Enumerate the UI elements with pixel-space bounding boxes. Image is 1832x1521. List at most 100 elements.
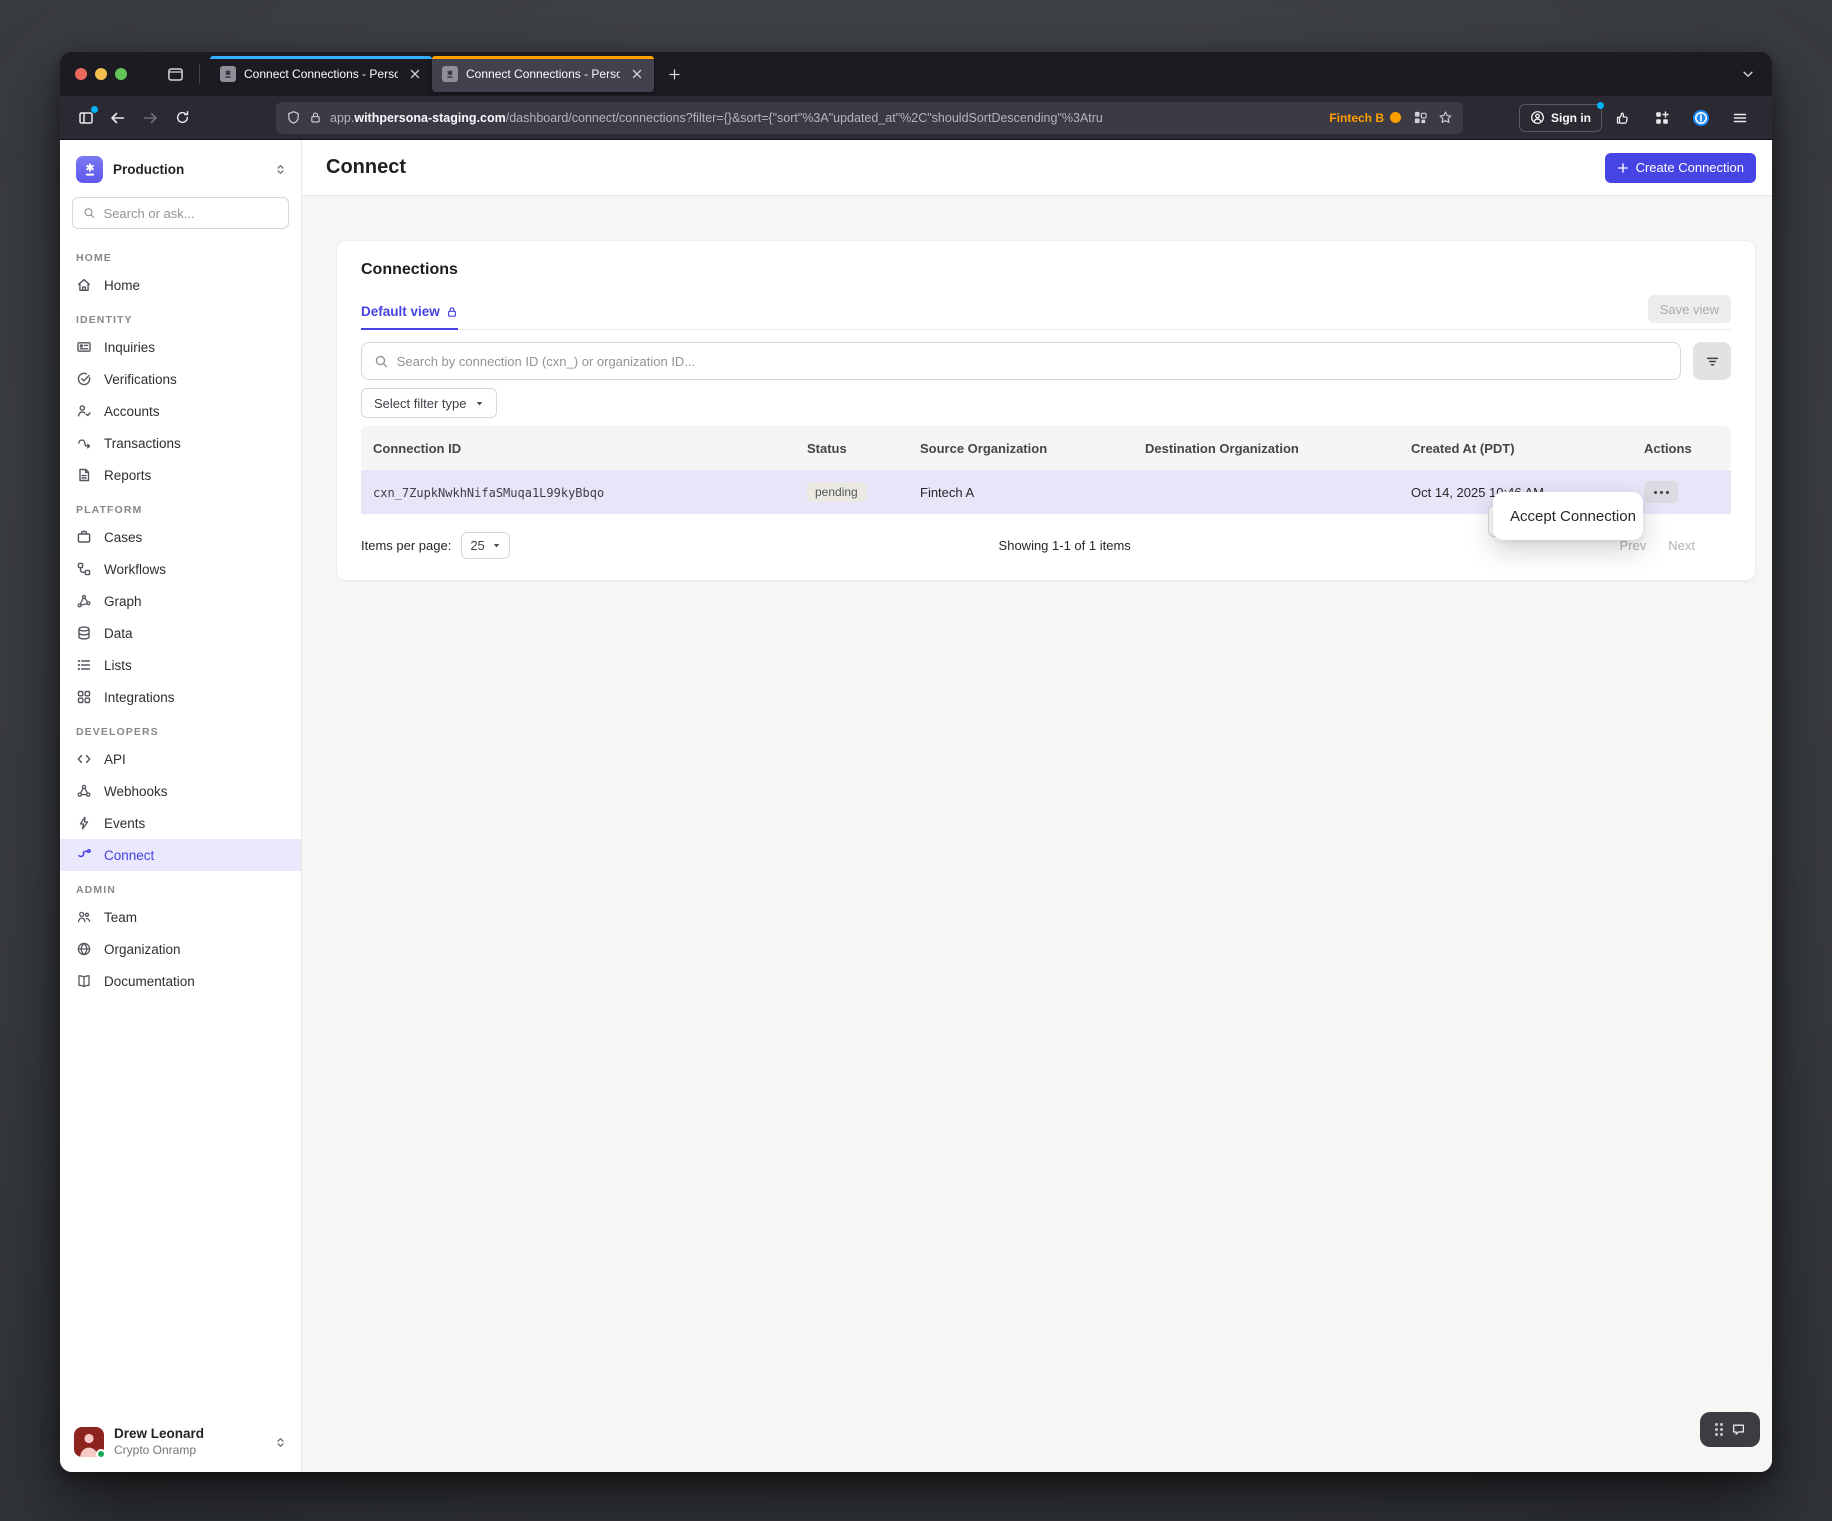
sidebar-item-lists[interactable]: Lists [60, 649, 301, 681]
connections-search[interactable] [361, 342, 1681, 380]
sidebar-item-team[interactable]: Team [60, 901, 301, 933]
close-window-button[interactable] [75, 68, 87, 80]
reload-button[interactable] [168, 104, 196, 132]
sidebar-item-documentation[interactable]: Documentation [60, 965, 301, 997]
firefox-view-button[interactable] [161, 60, 189, 88]
sidebar-search[interactable] [72, 197, 289, 229]
sidebar-item-label: Team [104, 910, 137, 925]
column-header[interactable]: Created At (PDT) [1399, 441, 1632, 456]
minimize-window-button[interactable] [95, 68, 107, 80]
row-actions-button[interactable] [1644, 481, 1678, 503]
review-checker-button[interactable] [1609, 104, 1637, 132]
column-header[interactable]: Actions [1632, 441, 1731, 456]
sidebar-item-data[interactable]: Data [60, 617, 301, 649]
zoom-window-button[interactable] [115, 68, 127, 80]
user-menu[interactable]: Drew Leonard Crypto Onramp [60, 1414, 301, 1472]
sidebar-toggle-button[interactable] [72, 104, 100, 132]
sidebar-item-api[interactable]: API [60, 743, 301, 775]
url-bar[interactable]: app.withpersona-staging.com/dashboard/co… [276, 102, 1463, 134]
tab-separator [199, 64, 200, 84]
url-prefix: app. [330, 111, 354, 125]
tab-close-icon[interactable] [628, 65, 646, 83]
new-tab-button[interactable] [660, 60, 688, 88]
connect-icon [76, 847, 92, 863]
sidebar-item-verifications[interactable]: Verifications [60, 363, 301, 395]
sidebar-item-transactions[interactable]: Transactions [60, 427, 301, 459]
plus-icon [1617, 162, 1629, 174]
column-header[interactable]: Connection ID [361, 441, 795, 456]
sidebar-item-home[interactable]: Home [60, 269, 301, 301]
items-per-page-label: Items per page: [361, 538, 451, 553]
default-view-label: Default view [361, 304, 440, 319]
graph-network-icon [76, 593, 92, 609]
globe-icon [76, 941, 92, 957]
views-tab-row: Default view Save view [361, 295, 1731, 330]
people-icon [76, 909, 92, 925]
persona-logo-icon [76, 156, 103, 183]
sidebar-item-label: Organization [104, 942, 181, 957]
browser-window: Connect Connections - Persona Connect Co… [60, 52, 1772, 1472]
app-sidebar: Production HOME Home IDENTITY [60, 140, 302, 1472]
browser-tab-2-active[interactable]: Connect Connections - Persona [432, 56, 654, 92]
sidebar-item-reports[interactable]: Reports [60, 459, 301, 491]
containers-icon[interactable] [1413, 110, 1428, 125]
sidebar-item-connect[interactable]: Connect [60, 839, 301, 871]
filter-icon [1705, 354, 1720, 369]
column-header[interactable]: Source Organization [908, 441, 1133, 456]
items-per-page-select[interactable]: 25 [461, 532, 509, 559]
briefcase-icon [76, 529, 92, 545]
list-all-tabs-button[interactable] [1734, 60, 1762, 88]
create-connection-button[interactable]: Create Connection [1605, 153, 1756, 183]
browser-tab-1[interactable]: Connect Connections - Persona [210, 56, 432, 92]
sidebar-item-label: Documentation [104, 974, 195, 989]
sidebar-item-accounts[interactable]: Accounts [60, 395, 301, 427]
chat-widget[interactable] [1700, 1412, 1760, 1447]
connection-id: cxn_7ZupkNwkhNifaSMuqa1L99kyBbqo [373, 486, 604, 500]
section-label-identity: IDENTITY [76, 314, 285, 326]
org-name: Production [113, 162, 264, 177]
select-filter-type-button[interactable]: Select filter type [361, 388, 497, 418]
tab-default-view[interactable]: Default view [361, 304, 458, 330]
lock-icon[interactable] [309, 111, 322, 124]
column-header[interactable]: Destination Organization [1133, 441, 1399, 456]
sidebar-item-events[interactable]: Events [60, 807, 301, 839]
sidebar-item-label: Graph [104, 594, 142, 609]
shield-icon[interactable] [286, 110, 301, 125]
tab-close-icon[interactable] [406, 65, 424, 83]
column-header[interactable]: Status [795, 441, 908, 456]
drag-handle-icon[interactable] [1715, 1423, 1723, 1436]
back-button[interactable] [104, 104, 132, 132]
sidebar-item-label: Verifications [104, 372, 177, 387]
onepassword-icon [1692, 109, 1710, 127]
sidebar-search-input[interactable] [104, 206, 278, 221]
extensions-icon [1654, 110, 1670, 126]
sidebar-item-label: Workflows [104, 562, 166, 577]
bookmark-star-icon[interactable] [1438, 110, 1453, 125]
menu-button[interactable] [1726, 104, 1754, 132]
desktop-background: Connect Connections - Persona Connect Co… [0, 0, 1832, 1521]
sidebar-item-webhooks[interactable]: Webhooks [60, 775, 301, 807]
org-switcher[interactable]: Production [60, 140, 301, 193]
sidebar-item-inquiries[interactable]: Inquiries [60, 331, 301, 363]
firefox-view-icon [167, 66, 184, 83]
forward-button[interactable] [136, 104, 164, 132]
next-button[interactable]: Next [1668, 538, 1695, 553]
table-search-row [361, 342, 1731, 380]
save-view-button[interactable]: Save view [1648, 295, 1731, 323]
sidebar-item-label: Integrations [104, 690, 175, 705]
extensions-button[interactable] [1648, 104, 1676, 132]
sidebar-item-graph[interactable]: Graph [60, 585, 301, 617]
caret-down-icon [475, 399, 484, 408]
sign-in-button[interactable]: Sign in [1519, 104, 1602, 132]
accept-connection-menu-item[interactable]: Accept Connection [1510, 508, 1636, 525]
sidebar-item-label: Reports [104, 468, 151, 483]
sidebar-item-organization[interactable]: Organization [60, 933, 301, 965]
filter-button[interactable] [1693, 342, 1731, 380]
connections-search-input[interactable] [397, 354, 1668, 369]
thumbs-up-icon [1615, 110, 1631, 126]
sidebar-item-cases[interactable]: Cases [60, 521, 301, 553]
sidebar-item-integrations[interactable]: Integrations [60, 681, 301, 713]
sidebar-item-workflows[interactable]: Workflows [60, 553, 301, 585]
onepassword-button[interactable] [1687, 104, 1715, 132]
caret-down-icon [492, 541, 501, 550]
